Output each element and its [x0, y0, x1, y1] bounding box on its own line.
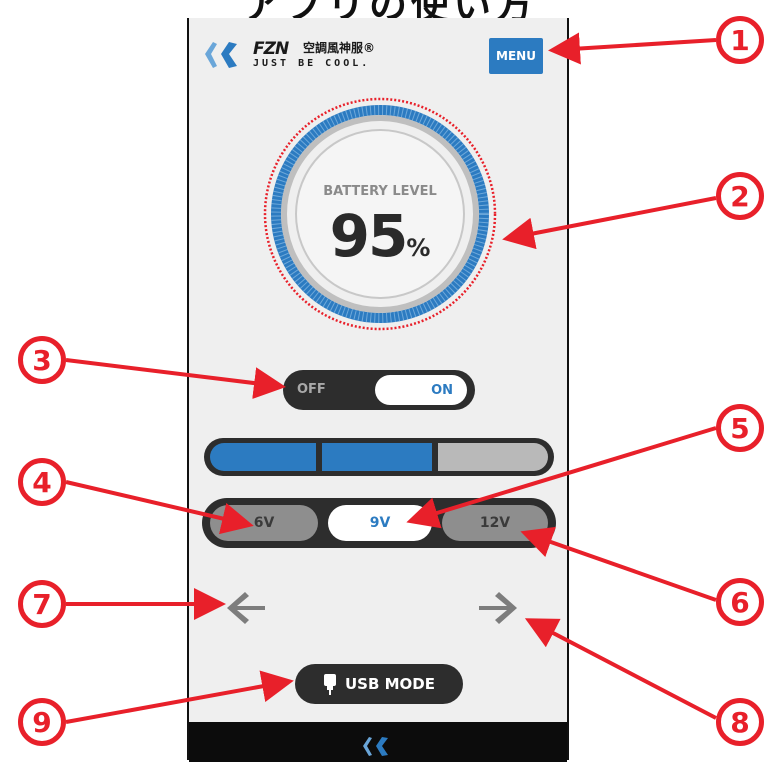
level-segment-1	[210, 443, 316, 471]
voltage-selector: 6V 9V 12V	[202, 498, 556, 548]
arrow-right-icon[interactable]	[475, 588, 521, 628]
callout-4: 4	[18, 458, 66, 506]
battery-percent-unit: %	[406, 234, 431, 262]
logo-mark-icon	[205, 42, 237, 68]
voltage-12v-button[interactable]: 12V	[442, 505, 548, 541]
menu-button[interactable]: MENU	[489, 38, 543, 74]
voltage-6v-button[interactable]: 6V	[210, 505, 318, 541]
callout-5: 5	[716, 404, 764, 452]
footer-bar	[189, 722, 567, 762]
fan-level-bar	[204, 438, 554, 476]
toggle-off-label: OFF	[297, 382, 326, 397]
footer-logo-icon	[363, 737, 388, 756]
battery-level-label: BATTERY LEVEL	[323, 184, 437, 199]
callout-9: 9	[18, 698, 66, 746]
brand-tagline: JUST BE COOL.	[253, 58, 371, 69]
callout-8: 8	[716, 698, 764, 746]
toggle-on-label: ON	[375, 375, 467, 405]
brand-japanese: 空調風神服®	[303, 41, 376, 55]
callout-7: 7	[18, 580, 66, 628]
battery-percent-number: 95	[329, 202, 409, 270]
app-screen: FZN 空調風神服® JUST BE COOL. MENU BATTERY LE…	[187, 18, 569, 762]
callout-1: 1	[716, 16, 764, 64]
callout-6: 6	[716, 578, 764, 626]
top-caption: アプリの使い方	[130, 0, 650, 20]
battery-level-value: 95%	[260, 202, 500, 270]
callout-3: 3	[18, 336, 66, 384]
voltage-9v-button[interactable]: 9V	[328, 505, 432, 541]
usb-icon	[323, 674, 336, 695]
power-toggle[interactable]: OFF ON	[283, 370, 475, 410]
usb-mode-label: USB MODE	[344, 675, 435, 693]
arrow-left-icon[interactable]	[223, 588, 269, 628]
usb-mode-button[interactable]: USB MODE	[295, 664, 463, 704]
callout-2: 2	[716, 172, 764, 220]
level-segment-2	[322, 443, 432, 471]
brand-name: FZN	[253, 39, 289, 59]
level-segment-3	[438, 443, 548, 471]
